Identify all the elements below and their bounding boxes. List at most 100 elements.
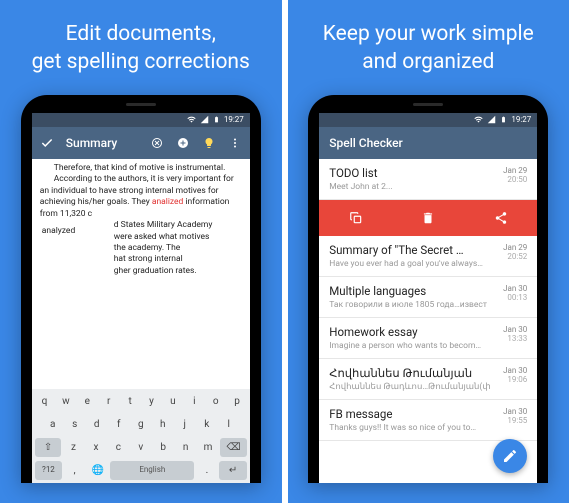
phone-frame-left: 19:27 Summary	[21, 95, 261, 483]
item-time: 20:50	[503, 175, 527, 184]
item-date: Jan 30	[503, 407, 527, 416]
item-date: Jan 30	[503, 325, 527, 334]
hint-button[interactable]	[198, 132, 220, 154]
item-title: TODO list	[329, 166, 497, 180]
key-t[interactable]: t	[120, 392, 139, 411]
key-shift[interactable]: ⇧	[35, 438, 62, 457]
key-d[interactable]: d	[87, 415, 107, 434]
item-preview: Imagine a person who wants to becom…	[329, 341, 497, 351]
overflow-button[interactable]	[224, 132, 246, 154]
statusbar: 19:27	[319, 113, 537, 127]
key-l[interactable]: l	[219, 415, 239, 434]
key-f[interactable]: f	[109, 415, 129, 434]
key-symbols[interactable]: ?12	[35, 461, 62, 480]
key-o[interactable]: o	[206, 392, 225, 411]
share-button[interactable]	[491, 208, 511, 228]
key-h[interactable]: h	[153, 415, 173, 434]
key-w[interactable]: w	[56, 392, 75, 411]
doc-frag-5: gher graduation rates.	[114, 266, 242, 277]
key-z[interactable]: z	[63, 438, 83, 457]
list-item[interactable]: FB message Thanks guys!! It was so nice …	[319, 400, 537, 441]
screen-left: 19:27 Summary	[32, 113, 250, 483]
doc-paragraph: According to the authors, it is very imp…	[40, 174, 242, 220]
key-enter[interactable]: ↵	[219, 461, 246, 480]
item-date: Jan 29	[503, 243, 527, 252]
key-p[interactable]: p	[227, 392, 246, 411]
signal-icon	[487, 115, 496, 124]
doc-frag-3: the academy. The	[114, 243, 242, 254]
statusbar: 19:27	[32, 113, 250, 127]
key-s[interactable]: s	[65, 415, 85, 434]
appbar-title: Summary	[62, 136, 142, 150]
item-date: Jan 30	[503, 366, 527, 375]
key-globe[interactable]: 🌐	[87, 461, 108, 480]
confirm-button[interactable]	[36, 132, 58, 154]
key-k[interactable]: k	[197, 415, 217, 434]
panel-organize: Keep your work simple and organized 19:2…	[288, 0, 569, 503]
item-title: Summary of "The Secret …	[329, 243, 497, 257]
kb-row-1: q w e r t y u i o p	[35, 392, 247, 411]
key-period[interactable]: .	[196, 461, 217, 480]
document-list[interactable]: TODO list Meet John at 2... Jan 29 20:50	[319, 159, 537, 483]
delete-button[interactable]	[418, 208, 438, 228]
spelling-error[interactable]: analized	[152, 197, 184, 207]
list-item[interactable]: Summary of "The Secret … Have you ever h…	[319, 236, 537, 277]
key-c[interactable]: c	[108, 438, 128, 457]
headline-left: Edit documents, get spelling corrections	[22, 20, 260, 95]
list-item[interactable]: Homework essay Imagine a person who want…	[319, 318, 537, 359]
screen-right: 19:27 Spell Checker TODO list Meet John …	[319, 113, 537, 483]
spell-suggestion[interactable]: analyzed	[42, 226, 75, 237]
kb-row-2: a s d f g h j k l	[35, 415, 247, 434]
status-time: 19:27	[224, 115, 244, 124]
key-backspace[interactable]: ⌫	[220, 438, 247, 457]
item-title: Multiple languages	[329, 284, 497, 298]
key-g[interactable]: g	[131, 415, 151, 434]
item-time: 20:52	[503, 252, 527, 261]
list-item[interactable]: TODO list Meet John at 2... Jan 29 20:50	[319, 159, 537, 200]
signal-icon	[200, 115, 209, 124]
key-b[interactable]: b	[153, 438, 173, 457]
add-button[interactable]	[172, 132, 194, 154]
key-a[interactable]: a	[43, 415, 63, 434]
item-time: 00:13	[503, 293, 527, 302]
swipe-actions	[319, 200, 537, 236]
keyboard: q w e r t y u i o p a s d	[32, 389, 250, 483]
doc-line-1: Therefore, that kind of motive is instru…	[40, 163, 242, 174]
panel-edit: Edit documents, get spelling corrections…	[0, 0, 282, 503]
item-preview: Так говорили в июле 1805 года…извест	[329, 300, 497, 310]
clear-button[interactable]	[146, 132, 168, 154]
key-v[interactable]: v	[131, 438, 151, 457]
battery-icon	[213, 115, 220, 124]
item-preview: Thanks guys!! It was so nice of you to…	[329, 423, 497, 433]
wifi-icon	[474, 115, 483, 124]
kb-row-4: ?12 , 🌐 English . ↵	[35, 461, 247, 480]
list-item[interactable]: Multiple languages Так говорили в июле 1…	[319, 277, 537, 318]
fab-new[interactable]	[493, 439, 527, 473]
copy-button[interactable]	[346, 208, 366, 228]
doc-frag-2: were asked what motives	[114, 232, 242, 243]
key-m[interactable]: m	[198, 438, 218, 457]
item-time: 19:06	[503, 375, 527, 384]
key-u[interactable]: u	[163, 392, 182, 411]
key-x[interactable]: x	[86, 438, 106, 457]
key-y[interactable]: y	[142, 392, 161, 411]
key-i[interactable]: i	[185, 392, 204, 411]
status-time: 19:27	[511, 115, 531, 124]
key-r[interactable]: r	[99, 392, 118, 411]
phone-frame-right: 19:27 Spell Checker TODO list Meet John …	[308, 95, 548, 483]
document-body[interactable]: Therefore, that kind of motive is instru…	[32, 159, 250, 389]
key-comma[interactable]: ,	[64, 461, 85, 480]
pencil-icon	[502, 448, 518, 464]
item-date: Jan 29	[503, 166, 527, 175]
appbar-title: Spell Checker	[329, 136, 403, 150]
key-space[interactable]: English	[110, 461, 194, 480]
key-j[interactable]: j	[175, 415, 195, 434]
key-q[interactable]: q	[35, 392, 54, 411]
list-item[interactable]: Հովհաննես Թումանյան Հովհաննես Թադևոս…Թու…	[319, 359, 537, 400]
key-n[interactable]: n	[175, 438, 195, 457]
item-title: FB message	[329, 407, 497, 421]
key-e[interactable]: e	[78, 392, 97, 411]
appbar-list: Spell Checker	[319, 127, 537, 159]
item-title: Հովհաննես Թումանյան	[329, 366, 497, 380]
item-time: 13:33	[503, 334, 527, 343]
